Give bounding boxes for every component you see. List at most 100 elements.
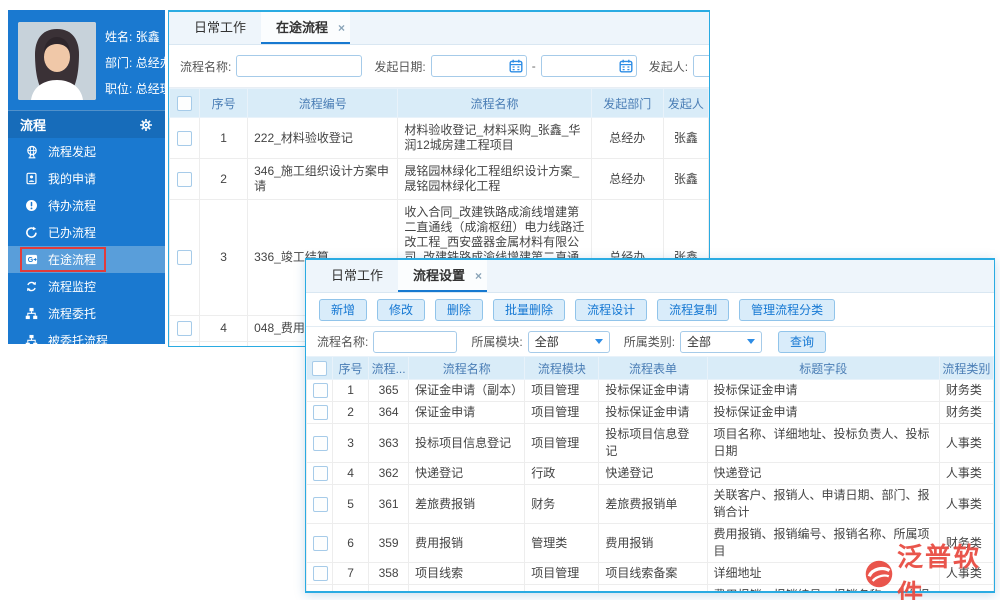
tab[interactable]: 日常工作 — [316, 260, 398, 292]
table-row[interactable]: 2 346_施工组织设计方案申请 晟铭园林绿化工程组织设计方案_晟铭园林绿化工程… — [169, 158, 709, 200]
module-select[interactable]: 全部 — [527, 330, 610, 353]
start-date-label: 发起日期: — [374, 59, 426, 74]
table-row[interactable]: 2 364 保证金申请 项目管理 投标保证金申请 投标保证金申请 财务类 — [306, 401, 994, 424]
category-select[interactable]: 全部 — [680, 330, 763, 353]
table-row[interactable]: 5 361 差旅费报销 财务 差旅费报销单 关联客户、报销人、申请日期、部门、报… — [306, 484, 994, 524]
exclamation-circle-icon — [25, 199, 39, 213]
chevron-down-icon — [747, 339, 756, 344]
tab-bar: 日常工作 流程设置 — [306, 260, 994, 293]
column-header: 发起人 — [662, 88, 709, 118]
chevron-down-icon — [594, 339, 603, 344]
toolbar-button[interactable]: 批量删除 — [493, 298, 566, 321]
id-card-icon — [25, 172, 39, 186]
row-checkbox[interactable] — [177, 250, 193, 266]
tab[interactable]: 流程设置 — [398, 260, 488, 292]
column-header: 序号 — [199, 88, 249, 118]
row-checkbox[interactable] — [313, 466, 328, 482]
toolbar-button[interactable]: 管理流程分类 — [739, 298, 836, 321]
table-row[interactable]: 1 365 保证金申请（副本） 项目管理 投标保证金申请 投标保证金申请 财务类 — [306, 379, 994, 402]
flow-name-label: 流程名称: — [317, 335, 369, 349]
svg-text:G: G — [28, 256, 33, 263]
column-header: 流程名称 — [397, 88, 592, 118]
watermark-brand: 泛普软件 — [897, 542, 982, 600]
calendar-icon[interactable] — [619, 59, 633, 73]
column-header: 流程名称 — [408, 356, 526, 380]
row-checkbox[interactable] — [313, 405, 328, 421]
sidebar-item[interactable]: 被委托流程 — [8, 327, 165, 354]
column-header: 发起部门 — [590, 88, 664, 118]
category-label: 所属类别: — [623, 335, 676, 349]
table-row[interactable]: 1 222_材料验收登记 材料验收登记_材料采购_张鑫_华润12城房建工程项目 … — [169, 117, 709, 159]
table-header-row: 序号 流程编号 流程名称 发起部门 发起人 — [169, 88, 709, 118]
sitemap-icon — [25, 307, 39, 321]
tab[interactable]: 在途流程 — [261, 12, 351, 44]
table-row[interactable]: 4 362 快递登记 行政 快递登记 快递登记 人事类 — [306, 462, 994, 485]
toolbar-button[interactable]: 新增 — [319, 298, 368, 321]
table-header-row: 序号 流程... 流程名称 流程模块 流程表单 标题字段 流程类别 — [306, 356, 994, 380]
tab-bar: 日常工作 在途流程 — [169, 12, 709, 45]
flow-name-input[interactable] — [236, 55, 363, 77]
toolbar-button[interactable]: 删除 — [435, 298, 484, 321]
row-checkbox[interactable] — [177, 130, 193, 146]
avatar — [18, 22, 96, 100]
row-checkbox[interactable] — [313, 566, 328, 582]
row-checkbox[interactable] — [313, 383, 328, 399]
tab[interactable]: 日常工作 — [179, 12, 261, 44]
sidebar-item[interactable]: 我的申请 — [8, 165, 165, 192]
user-profile: 姓名: 张鑫 部门: 总经办 职位: 总经理 — [8, 10, 172, 110]
date-range-separator: - — [531, 59, 536, 73]
sidebar-section: 流程 — [8, 110, 165, 138]
sidebar-item[interactable]: 已办流程 — [8, 219, 165, 246]
column-header: 流程类别 — [938, 356, 994, 380]
toolbar: 新增 修改 删除 批量删除 流程设计 流程复制 管理流程分类 — [306, 293, 994, 327]
column-header: 序号 — [332, 356, 370, 380]
filter-bar: 流程名称: 发起日期: - 发起人: — [169, 45, 709, 88]
row-checkbox[interactable] — [177, 171, 193, 187]
filter-bar: 流程名称: 所属模块: 全部 所属类别: 全部 查询 — [306, 327, 994, 356]
row-checkbox[interactable] — [313, 496, 328, 512]
app-screen: 姓名: 张鑫 部门: 总经办 职位: 总经理 流程 流程发起 我的申请 待办流程… — [0, 0, 1000, 600]
watermark: 泛普软件 www.fanpusoft.com — [864, 537, 1000, 600]
tab-close-icon[interactable] — [475, 261, 482, 292]
profile-field: 部门: 总经办 — [105, 56, 172, 70]
row-checkbox[interactable] — [313, 535, 328, 551]
sponsor-label: 发起人: — [648, 59, 689, 74]
column-header: 流程... — [368, 356, 410, 380]
tab-close-icon[interactable] — [338, 13, 345, 44]
sidebar-item[interactable]: 流程监控 — [8, 273, 165, 300]
sidebar-item[interactable]: 流程委托 — [8, 300, 165, 327]
redo-icon — [25, 226, 39, 240]
column-header: 标题字段 — [706, 356, 940, 380]
flow-name-input[interactable] — [373, 330, 458, 353]
sitemap-icon — [25, 334, 39, 348]
row-checkbox[interactable] — [313, 435, 328, 451]
toolbar-button[interactable]: 修改 — [377, 298, 426, 321]
fanpu-logo-icon — [864, 559, 894, 589]
sidebar-menu: 流程发起 我的申请 待办流程 已办流程 G 在途流程 流程监控 流程委托 被委托… — [8, 138, 165, 354]
profile-field: 职位: 总经理 — [105, 82, 172, 96]
toolbar-button[interactable]: 流程复制 — [657, 298, 730, 321]
table-row[interactable]: 3 363 投标项目信息登记 项目管理 投标项目信息登记 项目名称、详细地址、投… — [306, 423, 994, 463]
sponsor-input[interactable] — [693, 55, 709, 77]
broadcast-icon — [25, 145, 39, 159]
in-transit-icon: G — [25, 253, 39, 267]
row-checkbox[interactable] — [177, 321, 193, 337]
sidebar-section-title: 流程 — [20, 118, 47, 133]
column-header: 流程表单 — [598, 356, 708, 380]
column-header: 流程编号 — [247, 88, 399, 118]
profile-field: 姓名: 张鑫 — [105, 30, 160, 44]
column-header: 流程模块 — [524, 356, 600, 380]
sidebar-item[interactable]: 流程发起 — [8, 138, 165, 165]
select-all-checkbox[interactable] — [312, 360, 328, 376]
sidebar: 姓名: 张鑫 部门: 总经办 职位: 总经理 流程 流程发起 我的申请 待办流程… — [8, 10, 172, 348]
gear-icon[interactable] — [139, 118, 153, 132]
flow-name-label: 流程名称: — [180, 59, 232, 74]
sidebar-item[interactable]: 待办流程 — [8, 192, 165, 219]
module-label: 所属模块: — [471, 335, 523, 349]
select-all-checkbox[interactable] — [177, 95, 193, 111]
sidebar-item[interactable]: G 在途流程 — [8, 246, 165, 273]
calendar-icon[interactable] — [509, 59, 523, 73]
sync-icon — [25, 280, 39, 294]
search-button[interactable]: 查询 — [778, 330, 827, 353]
toolbar-button[interactable]: 流程设计 — [575, 298, 648, 321]
